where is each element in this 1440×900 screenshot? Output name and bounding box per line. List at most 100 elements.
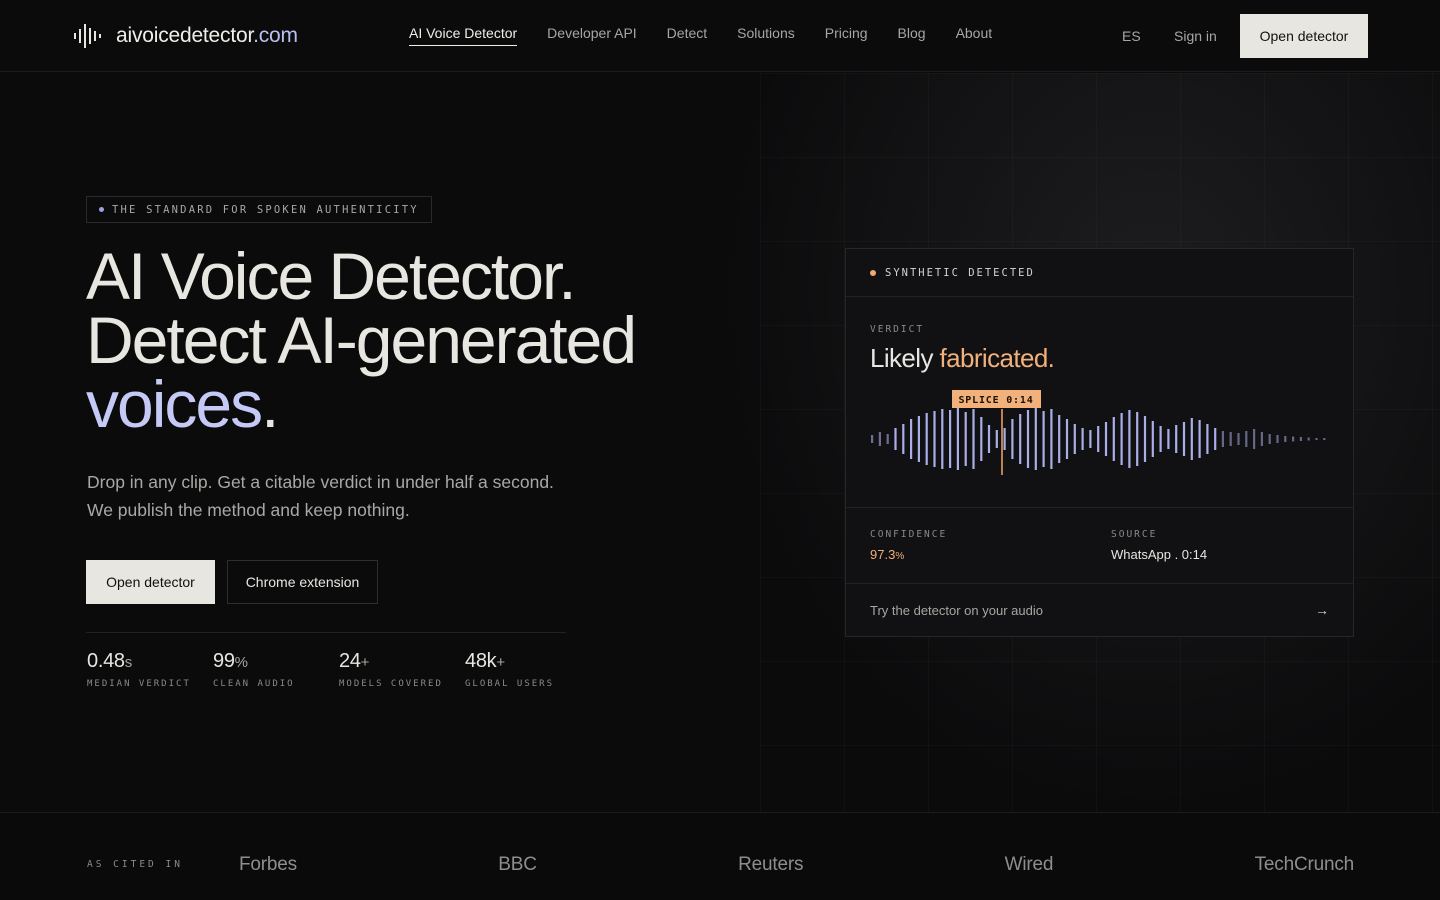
waveform-bar (1307, 437, 1310, 441)
waveform-bar (1136, 412, 1139, 466)
source-value: WhatsApp . 0:14 (1111, 547, 1208, 562)
try-detector-link[interactable]: Try the detector on your audio → (846, 584, 1353, 636)
stat-clean-audio: 99% CLEAN AUDIO (213, 650, 295, 689)
verdict-text: Likely fabricated. (870, 343, 1055, 373)
waveform-bar (1253, 429, 1256, 449)
waveform-bar (980, 417, 983, 461)
waveform-bar (987, 425, 991, 453)
language-toggle[interactable]: ES (1122, 28, 1141, 44)
source-label: SOURCE (1111, 529, 1158, 540)
nav-about[interactable]: About (956, 25, 993, 46)
waveform-bar (1128, 410, 1131, 468)
press-logo-techcrunch: TechCrunch (1254, 854, 1355, 875)
arrow-right-icon: → (1315, 602, 1329, 618)
brand-logo[interactable]: aivoicedetector.com (74, 24, 298, 48)
waveform-bar (1198, 420, 1201, 458)
waveform-bar (1229, 432, 1232, 446)
main-nav: AI Voice Detector Developer API Detect S… (409, 25, 992, 46)
press-logo-forbes: Forbes (239, 854, 297, 875)
card-status: SYNTHETIC DETECTED (846, 249, 1353, 297)
waveform-bar (1159, 426, 1162, 452)
waveform-bar (972, 409, 975, 469)
waveform-bar (925, 413, 928, 465)
waveform-bar (1315, 438, 1318, 440)
waveform-bar (886, 434, 889, 444)
waveform-bar (949, 410, 952, 468)
eyebrow-dot-icon (99, 207, 104, 212)
nav-developer-api[interactable]: Developer API (547, 25, 637, 46)
waveform-bar (1151, 421, 1154, 457)
stats-divider (86, 632, 566, 633)
waveform-bar (1284, 436, 1287, 442)
splice-tag: SPLICE 0:14 (958, 395, 1033, 406)
waveform-bar (1073, 424, 1076, 454)
waveform-bar (1120, 413, 1123, 465)
waveform-bar (941, 409, 944, 469)
waveform-bar (1097, 426, 1100, 452)
waveform-bar (1221, 431, 1224, 447)
waveform-bar (933, 411, 936, 467)
waveform-bar (1034, 408, 1037, 470)
hero-eyebrow: THE STANDARD FOR SPOKEN AUTHENTICITY (86, 196, 432, 223)
stat-median-verdict: 0.48s MEDIAN VERDICT (87, 650, 191, 689)
waveform-bar (917, 416, 920, 462)
waveform-bar (964, 412, 967, 466)
press-logo-bbc: BBC (498, 854, 537, 875)
waveform-bar (1058, 415, 1061, 463)
waveform-bar (1050, 409, 1053, 469)
header-open-detector-button[interactable]: Open detector (1240, 14, 1368, 58)
waveform-bar (1206, 424, 1209, 454)
waveform-bar (871, 435, 874, 443)
nav-blog[interactable]: Blog (898, 25, 926, 46)
waveform-bar (1323, 438, 1326, 440)
confidence-label: CONFIDENCE (870, 529, 948, 540)
open-detector-button[interactable]: Open detector (86, 560, 215, 604)
waveform-bar (1042, 411, 1045, 467)
press-logo-wired: Wired (1004, 854, 1054, 875)
sign-in-link[interactable]: Sign in (1174, 28, 1217, 44)
waveform-bar (878, 432, 881, 446)
waveform-bar (902, 424, 905, 454)
waveform-bar (1065, 419, 1069, 459)
waveform-bar (1112, 417, 1115, 461)
stat-models-covered: 24+ MODELS COVERED (339, 650, 443, 689)
waveform-bar (956, 408, 959, 470)
waveform-bar (1089, 430, 1092, 448)
nav-pricing[interactable]: Pricing (825, 25, 868, 46)
audio-waveform: SPLICE 0:14 (871, 390, 1326, 475)
nav-solutions[interactable]: Solutions (737, 25, 795, 46)
waveform-bar (894, 428, 897, 450)
waveform-bar (1081, 428, 1084, 450)
detector-result-card: SYNTHETIC DETECTED VERDICT Likely fabric… (845, 248, 1354, 637)
hero-subtitle: Drop in any clip. Get a citable verdict … (87, 472, 554, 520)
waveform-bar (995, 430, 998, 448)
waveform-bar (1104, 422, 1108, 456)
status-dot-icon (870, 269, 876, 276)
waveform-bar (1175, 425, 1178, 453)
try-detector-label: Try the detector on your audio (870, 602, 1043, 618)
nav-ai-voice-detector[interactable]: AI Voice Detector (409, 25, 518, 46)
hero-title-period: . (261, 367, 279, 441)
hero-title-line1: AI Voice Detector. (86, 239, 577, 313)
cited-in-band: AS CITED IN Forbes BBC Reuters Wired Tec… (0, 812, 1440, 900)
waveform-bar (1143, 416, 1147, 462)
waveform-bar (1292, 436, 1295, 442)
waveform-bar (1182, 422, 1186, 456)
confidence-value: 97.3% (870, 547, 905, 562)
waveform-bar (1237, 433, 1240, 445)
waveform-bar (1268, 434, 1271, 444)
stat-global-users: 48k+ GLOBAL USERS (465, 650, 555, 689)
waveform-bar (1276, 435, 1279, 443)
card-divider (846, 507, 1353, 508)
brand-name: aivoicedetector.com (116, 24, 298, 47)
waveform-bar (1167, 429, 1170, 449)
waveform-bar (1190, 418, 1193, 460)
waveform-bar (1299, 437, 1302, 441)
nav-detect[interactable]: Detect (667, 25, 707, 46)
cited-label: AS CITED IN (87, 859, 183, 870)
waveform-bar (1026, 410, 1030, 468)
press-logo-reuters: Reuters (738, 854, 804, 875)
chrome-extension-button[interactable]: Chrome extension (227, 560, 378, 604)
hero-title-accent: voices (86, 367, 263, 441)
waveform-bar (1260, 432, 1263, 446)
